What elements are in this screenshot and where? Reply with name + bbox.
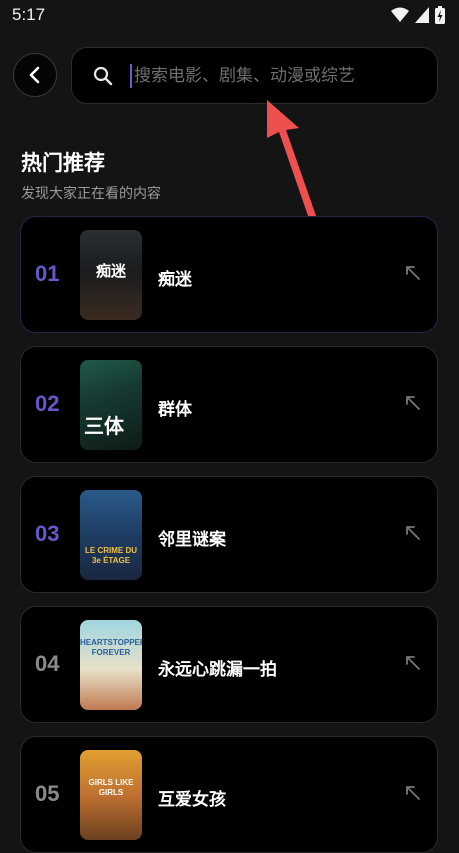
arrow-up-left-icon[interactable] (405, 525, 421, 541)
arrow-up-left-icon[interactable] (405, 395, 421, 411)
list-item[interactable]: 01 痴迷 痴迷 (20, 216, 438, 333)
list-item[interactable]: 03 LE CRIME DU 3e ÉTAGE 邻里谜案 (20, 476, 438, 593)
battery-icon (435, 6, 445, 24)
status-time: 5:17 (12, 5, 46, 24)
arrow-up-left-icon[interactable] (405, 265, 421, 281)
movie-title: 永远心跳漏一拍 (158, 660, 277, 680)
signal-icon (415, 7, 429, 23)
wifi-icon (391, 7, 409, 22)
poster-text: HEARTSTOPPER FOREVER (80, 638, 142, 657)
poster-image: LE CRIME DU 3e ÉTAGE (80, 490, 142, 580)
poster-image: 三体 (80, 360, 142, 450)
list-item[interactable]: 05 GIRLS LIKE GIRLS 互爱女孩 (20, 736, 438, 853)
list-item[interactable]: 04 HEARTSTOPPER FOREVER 永远心跳漏一拍 (20, 606, 438, 723)
rank-number: 05 (35, 781, 60, 806)
movie-title: 互爱女孩 (158, 790, 226, 810)
poster-text: 痴迷 (95, 263, 126, 280)
chevron-left-icon (29, 66, 40, 84)
back-button[interactable] (13, 53, 57, 97)
rank-number: 02 (35, 391, 60, 416)
poster-image: 痴迷 (80, 230, 142, 320)
rank-number: 01 (35, 261, 60, 286)
rank-number: 04 (35, 651, 60, 676)
section-title: 热门推荐 (21, 151, 105, 175)
section-subtitle: 发现大家正在看的内容 (21, 186, 161, 202)
poster-image: HEARTSTOPPER FOREVER (80, 620, 142, 710)
movie-title: 邻里谜案 (158, 530, 226, 550)
search-input[interactable] (134, 60, 414, 92)
poster-text: GIRLS LIKE GIRLS (88, 778, 134, 797)
movie-title: 痴迷 (158, 270, 192, 290)
status-icons (391, 6, 445, 24)
search-bar[interactable] (71, 47, 438, 104)
poster-image: GIRLS LIKE GIRLS (80, 750, 142, 840)
poster-text: LE CRIME DU 3e ÉTAGE (85, 546, 137, 565)
arrow-annotation-icon (267, 100, 321, 233)
rank-number: 03 (35, 521, 60, 546)
list-item[interactable]: 02 三体 群体 (20, 346, 438, 463)
movie-title: 群体 (158, 400, 192, 420)
arrow-up-left-icon[interactable] (405, 785, 421, 801)
status-bar: 5:17 (0, 0, 459, 34)
poster-text: 三体 (84, 416, 124, 438)
text-caret (130, 64, 132, 88)
arrow-up-left-icon[interactable] (405, 655, 421, 671)
search-icon (93, 66, 113, 86)
